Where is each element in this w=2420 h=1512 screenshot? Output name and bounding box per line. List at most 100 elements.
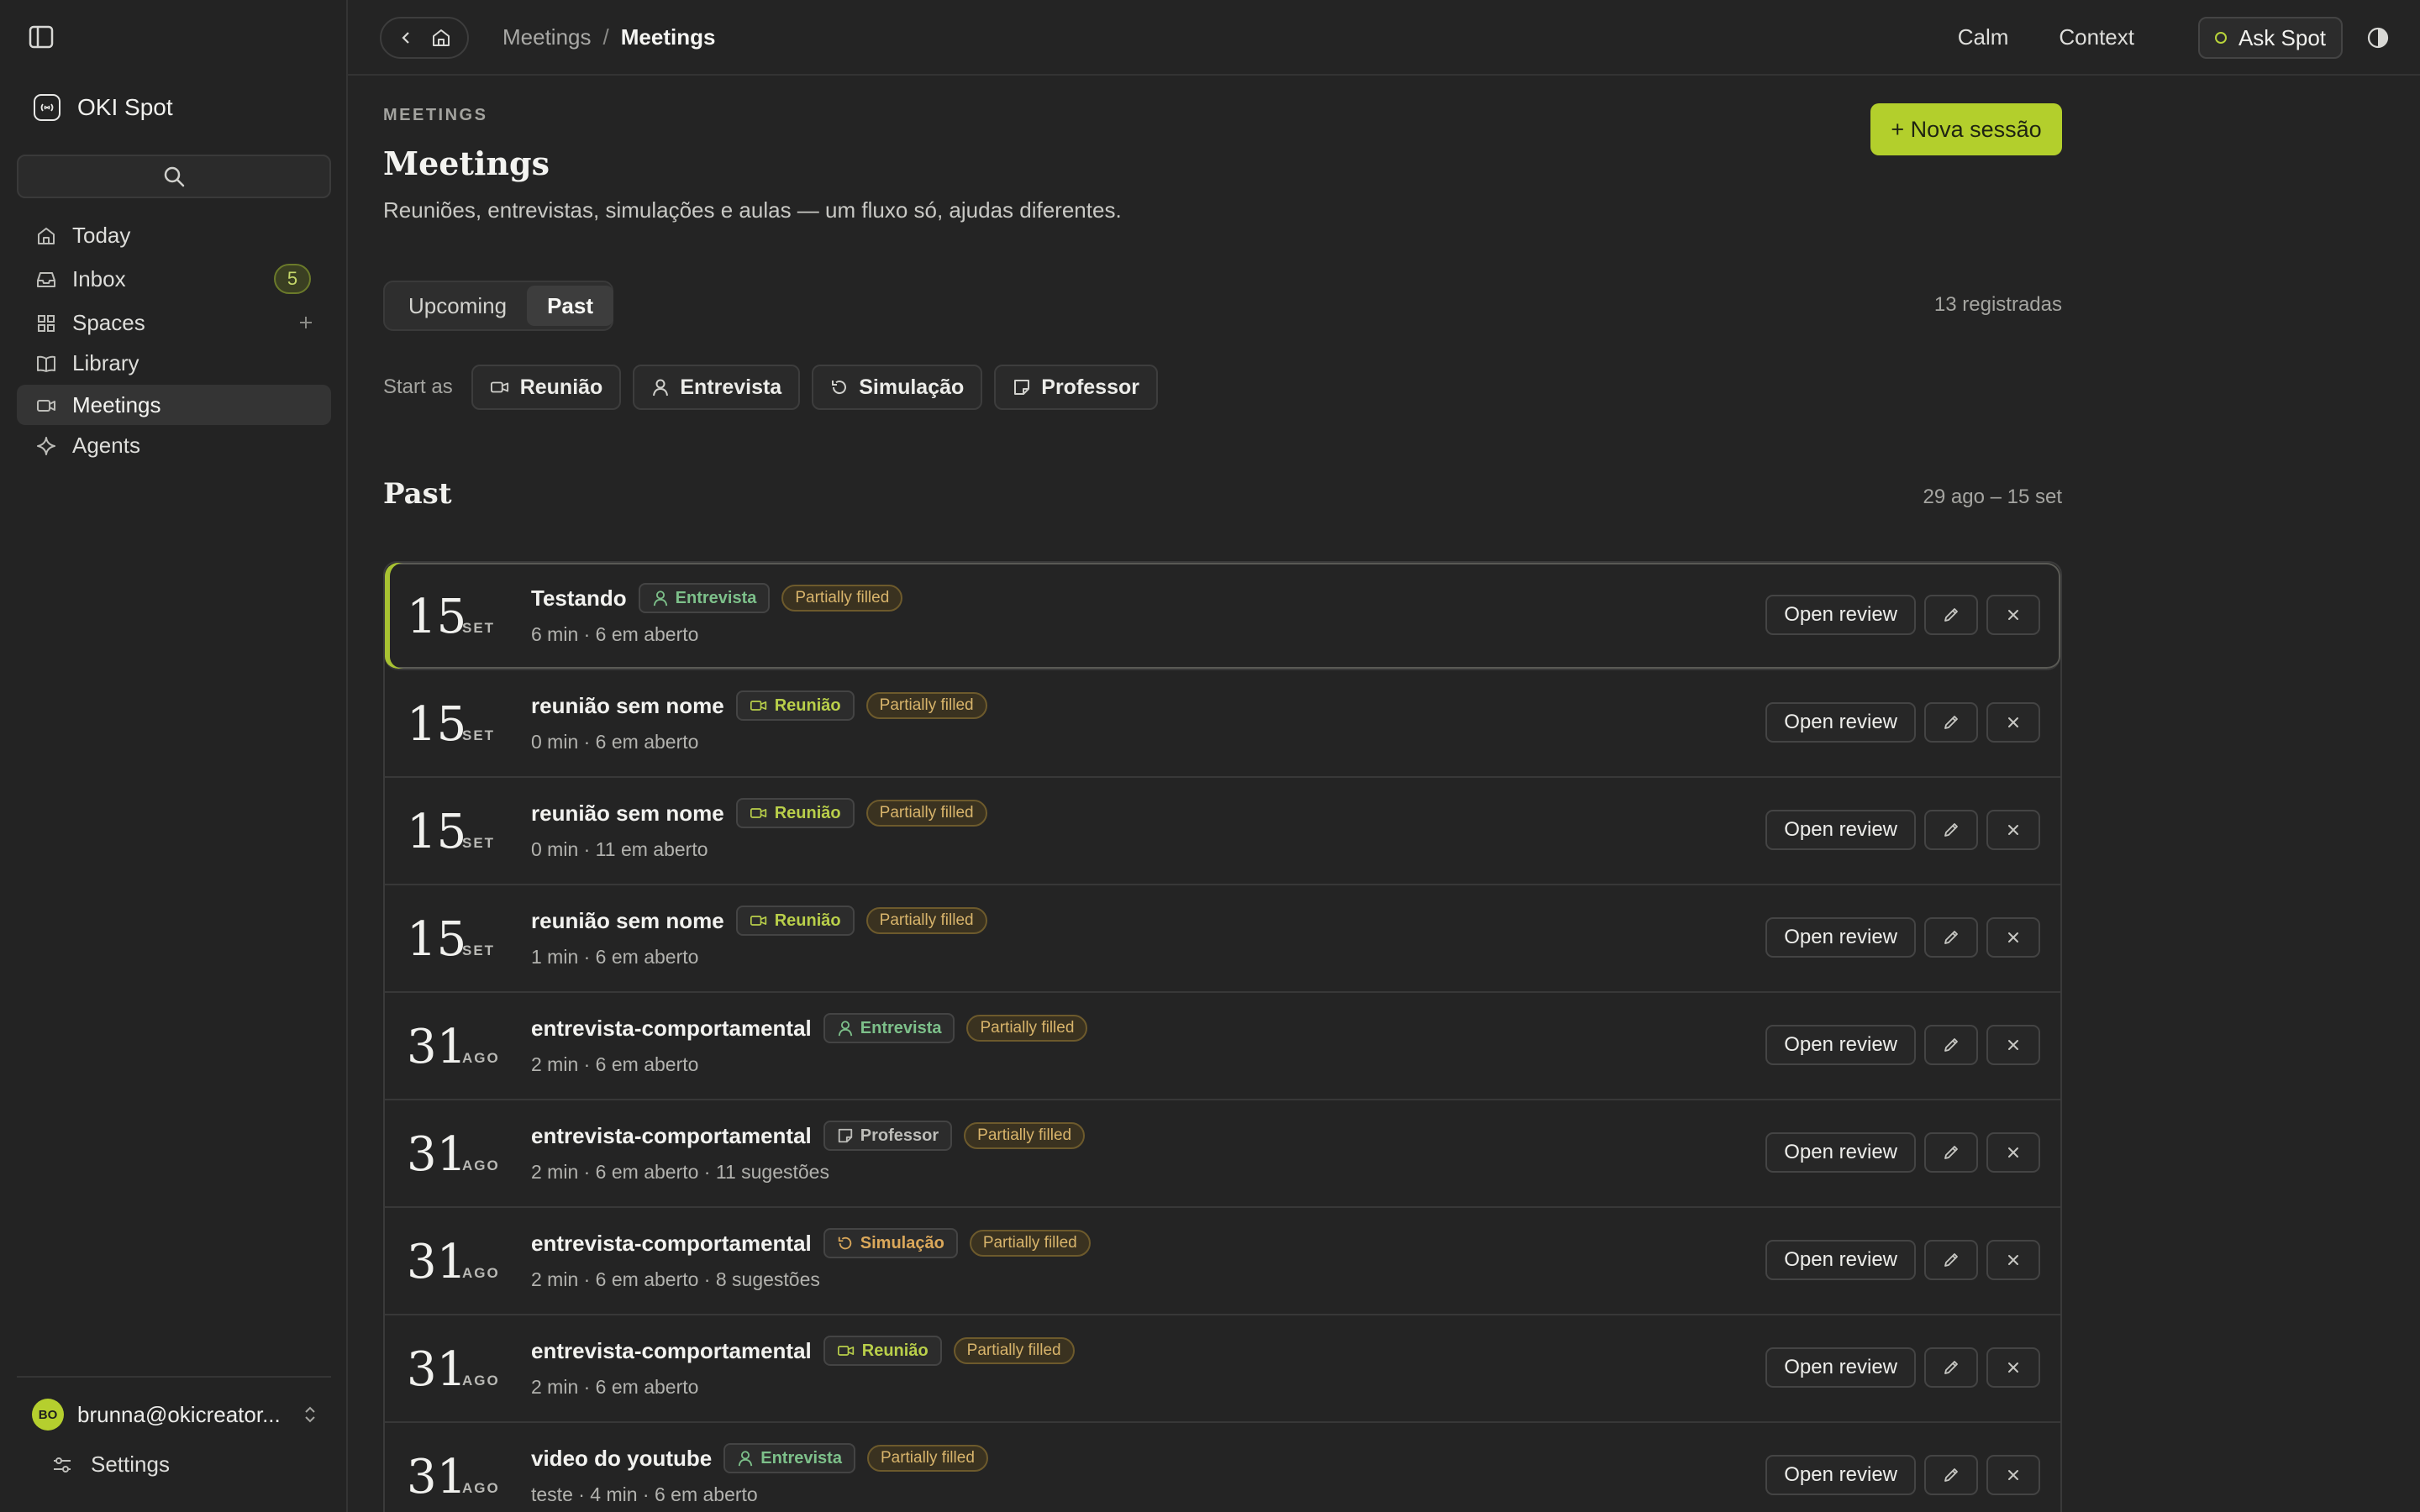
meeting-row[interactable]: 31 AGO entrevista-comportamental Reunião… [385,1315,2060,1423]
back-icon[interactable] [397,29,416,47]
delete-button[interactable] [1986,1240,2040,1280]
meeting-row[interactable]: 15 SET reunião sem nome Reunião Partiall… [385,778,2060,885]
context-button[interactable]: Context [2059,24,2134,50]
close-icon [2005,822,2022,838]
status-badge: Partially filled [964,1122,1086,1149]
edit-button[interactable] [1924,1347,1978,1388]
ask-spot-button[interactable]: Ask Spot [2198,17,2343,59]
sidebar-toggle-icon[interactable] [29,25,57,50]
sidebar-item-agents[interactable]: Agents [17,425,331,465]
status-badge: Partially filled [865,800,987,827]
tab-upcoming[interactable]: Upcoming [388,286,527,326]
new-session-button[interactable]: + Nova sessão [1870,103,2062,155]
meeting-type-label: Simulação [860,1233,944,1252]
meeting-type-icon [750,805,768,822]
meeting-title-line: reunião sem nome Reunião Partially fille… [531,690,987,721]
user-menu[interactable]: BO brunna@okicreator... [32,1396,318,1433]
close-icon [2005,1467,2022,1483]
meeting-row[interactable]: 15 SET reunião sem nome Reunião Partiall… [385,885,2060,993]
meeting-type-label: Entrevista [675,588,757,607]
calm-button[interactable]: Calm [1958,24,2009,50]
start-entrevista-button[interactable]: Entrevista [633,365,801,410]
meeting-row[interactable]: 31 AGO entrevista-comportamental Entrevi… [385,993,2060,1100]
start-simulacao-button[interactable]: Simulação [812,365,983,410]
video-icon [35,395,57,417]
pencil-icon [1942,1036,1960,1054]
meeting-row[interactable]: 15 SET Testando Entrevista Partially fil… [385,563,2060,670]
open-review-button[interactable]: Open review [1765,1025,1916,1065]
sidebar-item-today[interactable]: Today [17,215,331,255]
sidebar-item-label: Meetings [72,391,161,417]
breadcrumb-parent[interactable]: Meetings [502,24,592,50]
delete-button[interactable] [1986,702,2040,743]
start-as-bar: Start as Reunião Entrevista Simulação Pr… [383,365,1158,410]
inbox-icon [35,269,57,291]
meeting-meta: 0 min · 11 em aberto [531,838,708,860]
brand[interactable]: OKI Spot [34,94,173,121]
edit-button[interactable] [1924,1455,1978,1495]
edit-button[interactable] [1924,1025,1978,1065]
status-badge: Partially filled [865,692,987,719]
start-reuniao-button[interactable]: Reunião [471,365,622,410]
meeting-type-label: Entrevista [860,1018,942,1037]
sidebar-item-inbox[interactable]: Inbox 5 [17,259,331,299]
delete-button[interactable] [1986,1347,2040,1388]
start-as-label: Start as [383,375,453,398]
meeting-title-line: entrevista-comportamental Entrevista Par… [531,1013,1088,1043]
edit-button[interactable] [1924,1240,1978,1280]
edit-button[interactable] [1924,1132,1978,1173]
chip-label: Professor [1041,375,1139,399]
open-review-button[interactable]: Open review [1765,595,1916,635]
sidebar-item-meetings[interactable]: Meetings [17,385,331,425]
status-badge: Partially filled [781,585,903,612]
meeting-title: reunião sem nome [531,692,724,718]
delete-button[interactable] [1986,810,2040,850]
open-review-button[interactable]: Open review [1765,1240,1916,1280]
open-review-button[interactable]: Open review [1765,702,1916,743]
tab-past[interactable]: Past [527,286,613,326]
meeting-month: SET [462,835,496,851]
delete-button[interactable] [1986,1025,2040,1065]
theme-toggle-icon[interactable] [2366,26,2390,50]
open-review-button[interactable]: Open review [1765,810,1916,850]
pencil-icon [1942,1143,1960,1162]
edit-button[interactable] [1924,917,1978,958]
inbox-count-badge: 5 [274,264,311,294]
open-review-button[interactable]: Open review [1765,917,1916,958]
open-review-button[interactable]: Open review [1765,1347,1916,1388]
open-review-button[interactable]: Open review [1765,1132,1916,1173]
delete-button[interactable] [1986,1132,2040,1173]
open-review-button[interactable]: Open review [1765,1455,1916,1495]
sidebar-item-library[interactable]: Library [17,343,331,383]
sidebar-item-spaces[interactable]: Spaces [17,302,331,343]
edit-button[interactable] [1924,595,1978,635]
add-space-icon[interactable] [296,312,316,333]
meeting-type-tag: Entrevista [638,583,771,613]
top-links: Calm Context [1958,24,2134,50]
close-icon [2005,1037,2022,1053]
close-icon [2005,1359,2022,1376]
meeting-type-tag: Simulação [823,1228,958,1258]
sidebar-search[interactable] [17,155,331,198]
delete-button[interactable] [1986,595,2040,635]
status-badge: Partially filled [866,1445,988,1472]
chip-label: Simulação [859,375,965,399]
delete-button[interactable] [1986,1455,2040,1495]
meeting-row[interactable]: 15 SET reunião sem nome Reunião Partiall… [385,670,2060,778]
edit-button[interactable] [1924,810,1978,850]
meeting-month: AGO [462,1480,500,1496]
meeting-list: 15 SET Testando Entrevista Partially fil… [383,561,2062,1512]
delete-button[interactable] [1986,917,2040,958]
edit-button[interactable] [1924,702,1978,743]
refresh-icon [830,378,849,396]
meeting-type-icon [837,1127,854,1144]
meeting-row[interactable]: 31 AGO entrevista-comportamental Simulaç… [385,1208,2060,1315]
chevron-up-down-icon [302,1404,318,1425]
meeting-row[interactable]: 31 AGO entrevista-comportamental Profess… [385,1100,2060,1208]
note-icon [1013,378,1031,396]
meeting-month: SET [462,942,496,958]
start-professor-button[interactable]: Professor [994,365,1158,410]
settings-link[interactable]: Settings [52,1452,170,1478]
meeting-row[interactable]: 31 AGO video do youtube Entrevista Parti… [385,1423,2060,1512]
home-icon[interactable] [430,27,452,49]
